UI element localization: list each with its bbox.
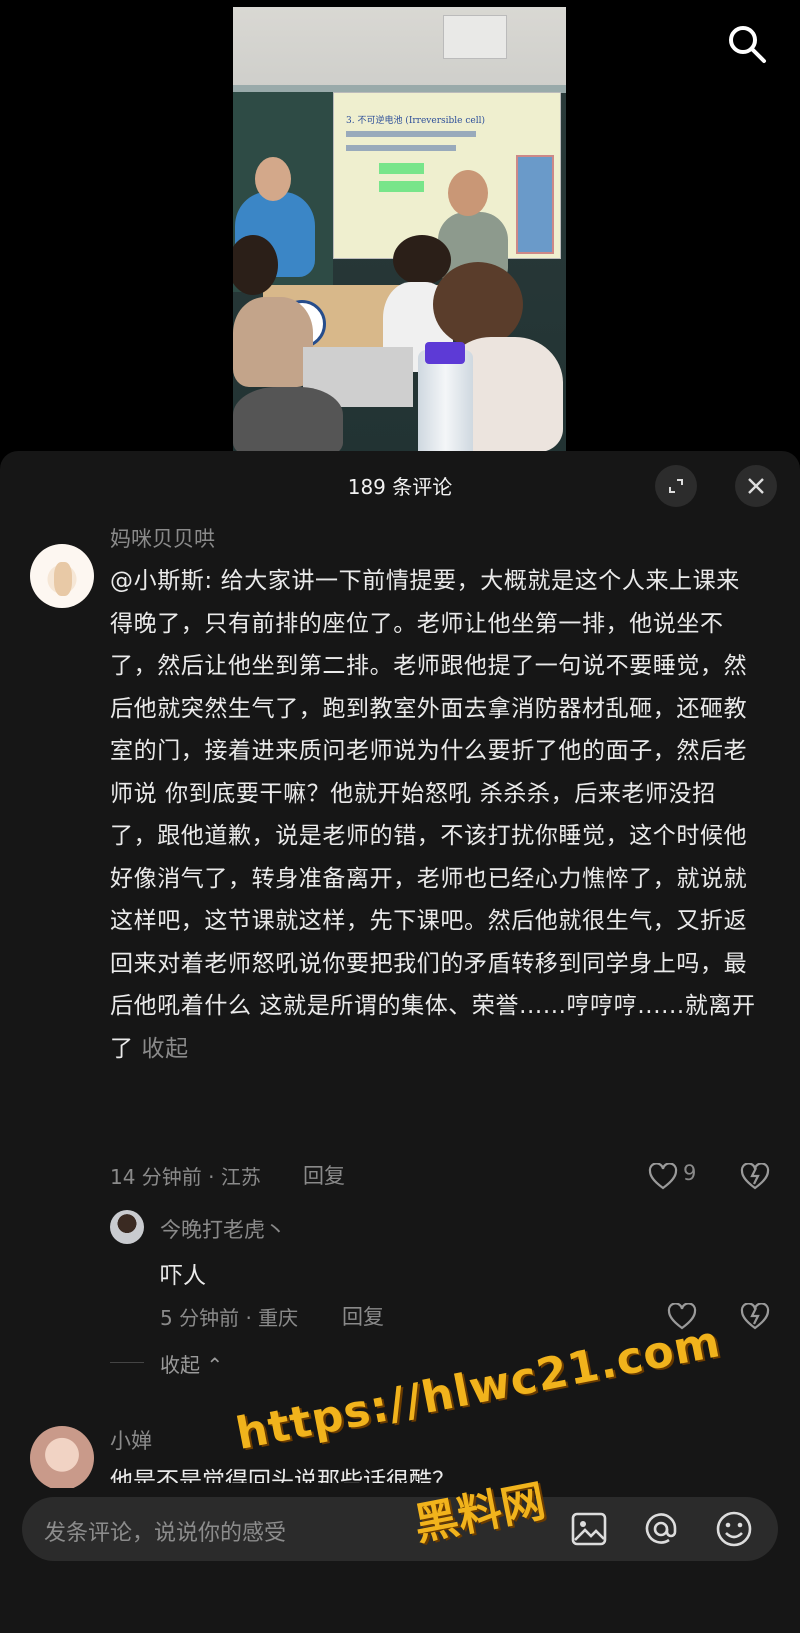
- comments-panel: 189 条评论 妈咪贝贝哄 @小斯斯: 给大家讲一下前情提要，大概就是这个人来上…: [0, 451, 800, 1633]
- reply-avatar[interactable]: [110, 1210, 144, 1244]
- video-player[interactable]: 3. 不可逆电池 (Irreversible cell): [233, 7, 566, 451]
- chevron-up-icon: ⌃: [206, 1353, 224, 1377]
- comment-placeholder: 发条评论，说说你的感受: [44, 1521, 287, 1546]
- image-icon[interactable]: [569, 1509, 609, 1549]
- divider: [110, 1362, 144, 1363]
- comment-username[interactable]: 妈咪贝贝哄: [110, 523, 215, 553]
- reply-meta: 5 分钟前 · 重庆: [160, 1306, 299, 1330]
- like-count: 9: [683, 1161, 697, 1185]
- avatar-2[interactable]: [30, 1426, 94, 1490]
- comment-meta: 14 分钟前 · 江苏: [110, 1165, 261, 1189]
- like-icon[interactable]: [648, 1163, 678, 1190]
- comment-text-2: 他是不是觉得回头说那些话很酷？: [110, 1468, 455, 1483]
- close-icon: [748, 478, 764, 494]
- comment-username-2[interactable]: 小婵: [110, 1425, 152, 1455]
- emoji-icon[interactable]: [714, 1509, 754, 1549]
- avatar[interactable]: [30, 544, 94, 608]
- search-icon[interactable]: [727, 24, 767, 64]
- reply-text: 吓人: [160, 1263, 206, 1289]
- comment-text: @小斯斯: 给大家讲一下前情提要，大概就是这个人来上课来得晚了，只有前排的座位了…: [110, 560, 760, 1070]
- reply-dislike-icon[interactable]: [740, 1303, 770, 1330]
- comment-body: @小斯斯: 给大家讲一下前情提要，大概就是这个人来上课来得晚了，只有前排的座位了…: [110, 568, 756, 1062]
- reply-button[interactable]: 回复: [303, 1160, 345, 1190]
- reply-to-reply-button[interactable]: 回复: [342, 1301, 384, 1331]
- water-bottle: [418, 342, 473, 451]
- dislike-icon[interactable]: [740, 1163, 770, 1190]
- at-icon[interactable]: [641, 1509, 681, 1549]
- projector: [443, 15, 507, 59]
- collapse-replies-label: 收起: [160, 1353, 200, 1377]
- collapse-replies-button[interactable]: 收起 ⌃: [160, 1349, 223, 1378]
- expand-icon: [669, 479, 683, 493]
- expand-button[interactable]: [655, 465, 697, 507]
- reply-username[interactable]: 今晚打老虎丶: [160, 1214, 286, 1244]
- close-button[interactable]: [735, 465, 777, 507]
- collapse-text-link[interactable]: 收起: [142, 1036, 189, 1062]
